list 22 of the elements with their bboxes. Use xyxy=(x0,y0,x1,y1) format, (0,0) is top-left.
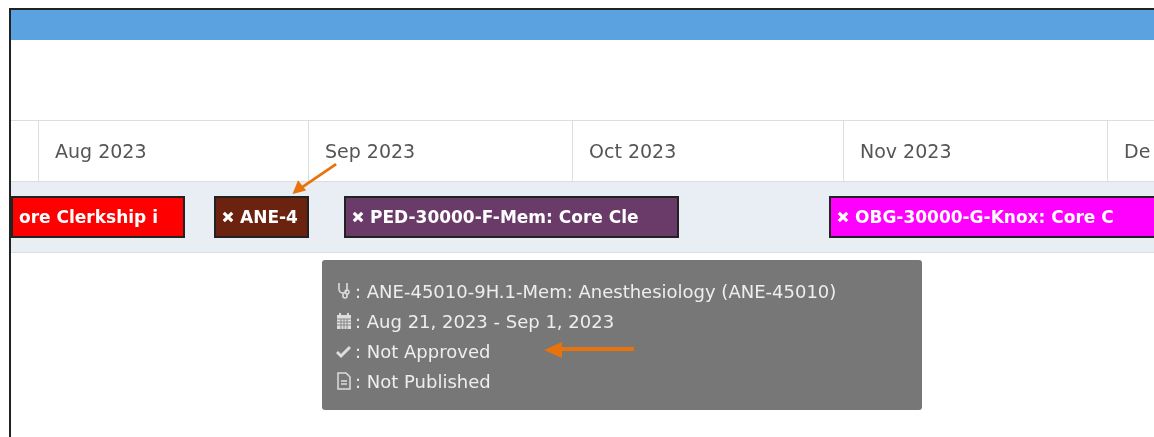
tooltip-text: : Not Published xyxy=(355,370,491,392)
close-icon[interactable] xyxy=(222,211,234,223)
event-bar[interactable]: ANE-4 xyxy=(214,196,309,238)
stethoscope-icon xyxy=(336,281,352,301)
event-label: OBG-30000-G-Knox: Core C xyxy=(855,207,1114,227)
event-bar[interactable]: PED-30000-F-Mem: Core Cle xyxy=(344,196,679,238)
month-header: Nov 2023 xyxy=(844,121,1108,181)
annotation-arrow xyxy=(291,162,339,196)
tooltip-text: : Aug 21, 2023 - Sep 1, 2023 xyxy=(355,310,615,332)
month-header: Oct 2023 xyxy=(573,121,844,181)
tooltip-text: : ANE-45010-9H.1-Mem: Anesthesiology (ANE-45010) xyxy=(355,280,837,302)
month-header: Sep 2023 xyxy=(309,121,573,181)
month-header: Aug 2023 xyxy=(39,121,309,181)
tooltip-text: : Not Approved xyxy=(355,340,491,362)
month-header: De xyxy=(1108,121,1154,181)
event-label: ANE-4 xyxy=(240,207,298,227)
event-label: PED-30000-F-Mem: Core Cle xyxy=(370,207,639,227)
event-label: ore Clerkship i xyxy=(19,207,158,227)
event-bar[interactable]: ore Clerkship i xyxy=(11,196,185,238)
close-icon[interactable] xyxy=(352,211,364,223)
calendar-icon xyxy=(336,311,352,331)
document-icon xyxy=(336,371,352,391)
